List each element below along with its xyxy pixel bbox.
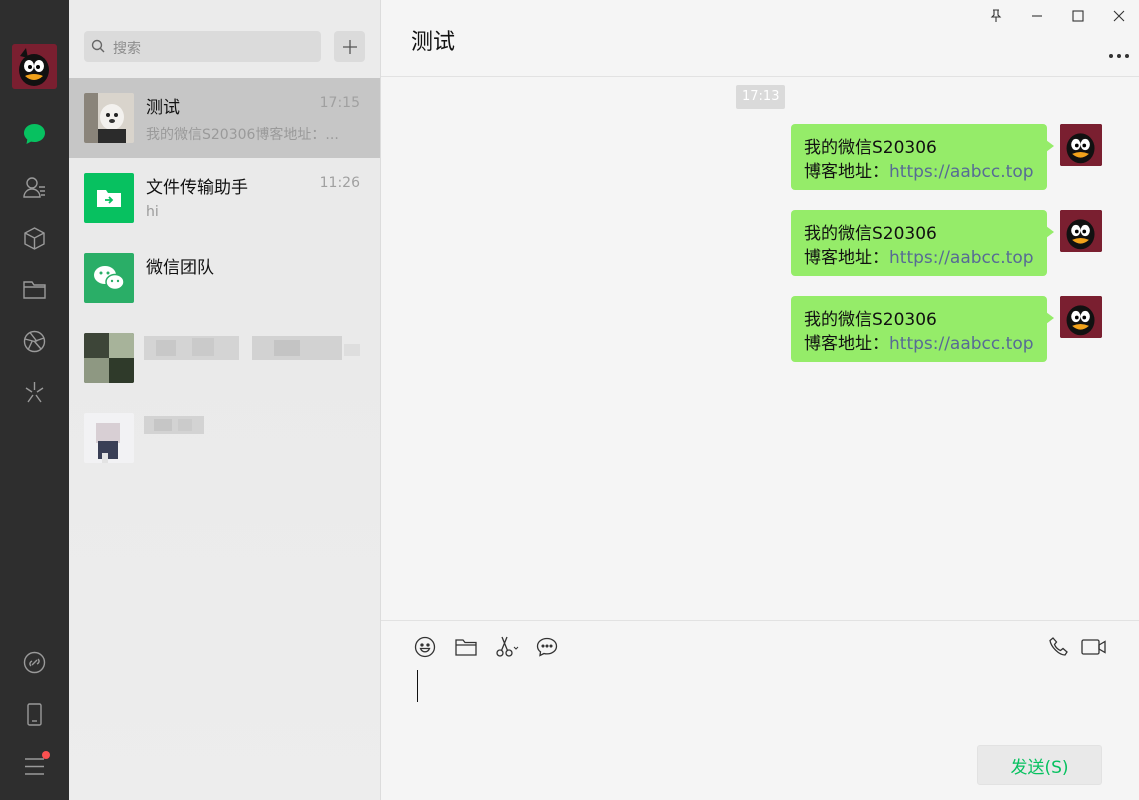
blog-link[interactable]: https://aabcc.top [889, 334, 1034, 354]
sender-avatar[interactable] [1060, 124, 1102, 166]
conversation-item[interactable]: 微信团队 [69, 238, 380, 318]
maximize-icon[interactable] [1066, 6, 1090, 26]
conversation-time: 11:26 [319, 175, 360, 191]
message-bubble[interactable]: 我的微信S20306 博客地址：https://aabcc.top [791, 210, 1054, 276]
conversation-name: 测试 [146, 98, 180, 118]
message-line: 我的微信S20306 [804, 310, 937, 330]
blog-label: 博客地址： [804, 248, 889, 268]
close-icon[interactable] [1107, 6, 1131, 26]
voice-call-icon[interactable] [1046, 634, 1072, 660]
video-call-icon[interactable] [1081, 634, 1107, 660]
message-line: 博客地址：https://aabcc.top [804, 329, 1034, 354]
chat-icon[interactable] [22, 122, 47, 147]
message-line: 博客地址：https://aabcc.top [804, 157, 1034, 182]
conversation-name: 文件传输助手 [146, 178, 248, 198]
conversation-item[interactable] [69, 318, 380, 398]
message-line: 我的微信S20306 [804, 224, 937, 244]
search-box[interactable]: 搜索 [84, 31, 321, 62]
search-input[interactable]: 搜索 [113, 38, 141, 58]
pin-icon[interactable] [984, 6, 1008, 26]
nav-sidebar [0, 0, 69, 800]
moments-icon[interactable] [22, 329, 47, 354]
add-button[interactable] [334, 31, 365, 62]
message-bubble[interactable]: 我的微信S20306 博客地址：https://aabcc.top [791, 124, 1054, 190]
conversation-item[interactable]: 测试 17:15 我的微信S20306博客地址：... [69, 78, 380, 158]
chat-history-icon[interactable] [534, 634, 560, 660]
more-options-icon[interactable] [1108, 44, 1130, 63]
message-bubble[interactable]: 我的微信S20306 博客地址：https://aabcc.top [791, 296, 1054, 362]
send-button[interactable]: 发送(S) [977, 745, 1102, 785]
input-divider [381, 620, 1139, 621]
sender-avatar[interactable] [1060, 296, 1102, 338]
blurred-name [144, 336, 360, 360]
notification-badge [42, 751, 50, 759]
message-line: 我的微信S20306 [804, 138, 937, 158]
user-avatar[interactable] [12, 44, 57, 89]
blurred-avatar [84, 333, 134, 383]
conversation-item[interactable]: 文件传输助手 11:26 hi [69, 158, 380, 238]
mobile-icon[interactable] [22, 702, 47, 727]
blog-link[interactable]: https://aabcc.top [889, 248, 1034, 268]
blog-link[interactable]: https://aabcc.top [889, 162, 1034, 182]
message-timestamp: 17:13 [736, 85, 786, 109]
mini-programs-icon[interactable] [22, 380, 47, 405]
blurred-name [144, 416, 204, 434]
header-divider [381, 76, 1139, 77]
favorites-icon[interactable] [22, 226, 47, 251]
conversation-name: 微信团队 [146, 258, 214, 278]
emoji-icon[interactable] [412, 634, 438, 660]
message-line: 博客地址：https://aabcc.top [804, 243, 1034, 268]
wechat-team-avatar [84, 253, 134, 303]
conversation-preview: 我的微信S20306博客地址：... [146, 127, 339, 143]
sender-avatar[interactable] [1060, 210, 1102, 252]
blog-label: 博客地址： [804, 162, 889, 182]
blog-label: 博客地址： [804, 334, 889, 354]
search-icon [91, 39, 105, 53]
minimize-icon[interactable] [1025, 6, 1049, 26]
conversation-item[interactable] [69, 398, 380, 478]
conversation-avatar [84, 93, 134, 143]
contacts-icon[interactable] [22, 175, 47, 200]
chat-title: 测试 [411, 30, 456, 55]
conversation-preview: hi [146, 204, 159, 220]
screenshot-icon[interactable] [494, 634, 520, 660]
conversation-time: 17:15 [319, 95, 360, 111]
folder-icon[interactable] [453, 634, 479, 660]
plus-icon [342, 39, 357, 54]
blurred-avatar [84, 413, 134, 463]
file-transfer-avatar [84, 173, 134, 223]
message-input[interactable] [417, 670, 418, 702]
phone-sync-icon[interactable] [22, 650, 47, 675]
files-icon[interactable] [22, 277, 47, 302]
chat-panel: 测试 17:13 我的微信S20306 博客地址：https://aabcc.t… [381, 0, 1139, 800]
